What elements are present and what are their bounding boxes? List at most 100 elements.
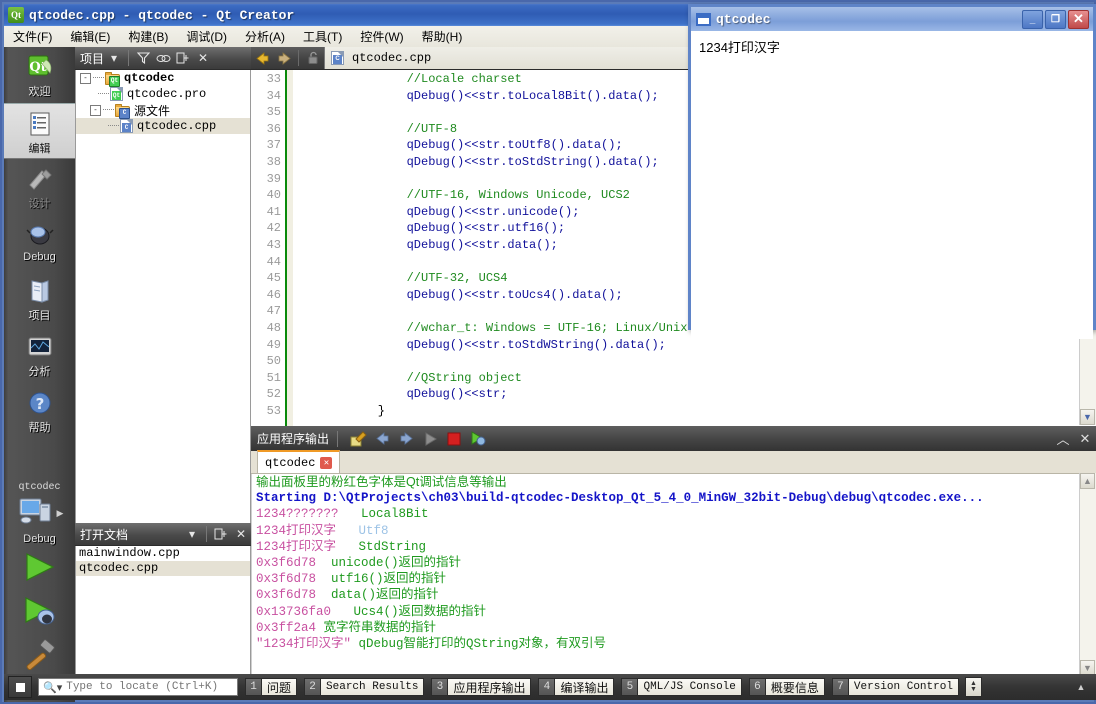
tree-item-qtcodec-pro[interactable]: Qt qtcodec.pro bbox=[76, 86, 250, 102]
list-item[interactable]: mainwindow.cpp bbox=[76, 546, 250, 561]
line-number: 39 bbox=[266, 171, 281, 186]
tree-item-label: qtcodec.cpp bbox=[137, 119, 217, 133]
tree-connector bbox=[103, 109, 114, 111]
scroll-up-arrow-icon[interactable]: ▲ bbox=[1080, 473, 1095, 489]
debug-button[interactable] bbox=[4, 589, 75, 633]
menu-debug[interactable]: 调试(D) bbox=[177, 26, 236, 47]
filter-icon[interactable] bbox=[133, 49, 153, 67]
project-panel-header: 项目 ▾ ✕ bbox=[75, 47, 251, 70]
maximize-button[interactable]: ❐ bbox=[1045, 9, 1066, 29]
output-line: 0x13736fa0 Ucs4()返回数据的指针 bbox=[252, 604, 1096, 620]
output-line: 0x3ff2a4 宽字符串数据的指针 bbox=[252, 620, 1096, 636]
menu-tools[interactable]: 工具(T) bbox=[294, 26, 351, 47]
menu-file[interactable]: 文件(F) bbox=[4, 26, 61, 47]
output-tab-qtcodec[interactable]: qtcodec ✕ bbox=[257, 450, 341, 473]
mode-help[interactable]: ? 帮助 bbox=[4, 383, 75, 439]
mode-debug[interactable]: Debug bbox=[4, 215, 75, 271]
statusbar-button-general-messages[interactable]: 6 概要信息 bbox=[748, 678, 825, 696]
locator[interactable]: 🔍▾ bbox=[38, 678, 238, 696]
line-number: 43 bbox=[266, 237, 281, 252]
statusbar-button-label: 编译输出 bbox=[554, 678, 615, 696]
output-value: 1234??????? bbox=[256, 507, 339, 522]
next-item-icon[interactable] bbox=[394, 428, 418, 450]
output-line: "1234打印汉字" qDebug智能打印的QString对象，有双引号 bbox=[252, 636, 1096, 652]
statusbar-button-application-output[interactable]: 3 应用程序输出 bbox=[431, 678, 532, 696]
prev-item-icon[interactable] bbox=[370, 428, 394, 450]
close-icon[interactable]: ✕ bbox=[193, 49, 213, 67]
close-button[interactable]: ✕ bbox=[1068, 9, 1089, 29]
statusbar-button-qml-js-console[interactable]: 5 QML/JS Console bbox=[621, 678, 742, 696]
line-number: 34 bbox=[266, 88, 281, 103]
attach-debugger-icon[interactable] bbox=[466, 428, 490, 450]
tree-item-qtcodec[interactable]: - Qt qtcodec bbox=[76, 70, 250, 87]
divider bbox=[298, 50, 299, 66]
clear-output-icon[interactable] bbox=[346, 428, 370, 450]
menu-help[interactable]: 帮助(H) bbox=[413, 26, 472, 47]
split-icon[interactable] bbox=[173, 49, 193, 67]
output-annotation: unicode()返回的指针 bbox=[316, 555, 462, 570]
list-item[interactable]: qtcodec.cpp bbox=[76, 561, 250, 576]
line-number: 48 bbox=[266, 320, 281, 335]
statusbar-button-issues[interactable]: 1 问题 bbox=[245, 678, 298, 696]
mode-design[interactable]: 设计 bbox=[4, 159, 75, 215]
shortcut-number: 3 bbox=[431, 678, 448, 696]
close-icon[interactable]: ✕ bbox=[1074, 428, 1096, 450]
link-icon[interactable] bbox=[153, 49, 173, 67]
mode-edit[interactable]: 编辑 bbox=[4, 103, 75, 159]
stop-icon[interactable] bbox=[442, 428, 466, 450]
output-value: "1234打印汉字" bbox=[256, 636, 352, 651]
back-arrow-icon[interactable] bbox=[251, 48, 273, 68]
stop-square-button[interactable] bbox=[8, 676, 32, 698]
output-value: 0x3ff2a4 bbox=[256, 620, 317, 635]
line-number: 40 bbox=[266, 188, 281, 203]
statusbar-button-label: Version Control bbox=[847, 678, 959, 696]
maximize-chevron-icon[interactable]: ︿ bbox=[1052, 428, 1074, 450]
statusbar-button-search-results[interactable]: 2 Search Results bbox=[304, 678, 425, 696]
mode-welcome[interactable]: Qt 欢迎 bbox=[4, 47, 75, 103]
output-value: 0x3f6d78 bbox=[256, 572, 317, 587]
tree-item-sources[interactable]: - C 源文件 bbox=[76, 102, 250, 119]
collapse-up-icon[interactable]: ▲ bbox=[1072, 678, 1090, 696]
menu-analyze[interactable]: 分析(A) bbox=[236, 26, 294, 47]
projects-book-icon bbox=[25, 276, 55, 306]
output-line: 输出面板里的粉红色字体是Qt调试信息等输出 bbox=[256, 475, 507, 489]
forward-arrow-icon[interactable] bbox=[273, 48, 295, 68]
output-vertical-scrollbar[interactable]: ▲ ▼ bbox=[1079, 473, 1096, 676]
up-down-stepper-icon[interactable]: ▲ ▼ bbox=[964, 677, 982, 697]
tree-expander[interactable]: - bbox=[90, 104, 101, 116]
modified-lines-marker bbox=[285, 70, 293, 426]
unlocked-padlock-icon[interactable] bbox=[302, 48, 324, 68]
tree-item-label: qtcodec.pro bbox=[127, 87, 207, 101]
search-input[interactable] bbox=[64, 680, 229, 694]
mode-analyze-label: 分析 bbox=[28, 366, 51, 378]
kit-selector[interactable]: ▶ bbox=[4, 493, 75, 533]
tree-expander[interactable]: - bbox=[80, 72, 91, 84]
scroll-down-arrow-icon[interactable]: ▼ bbox=[1080, 409, 1095, 425]
mode-analyze[interactable]: 分析 bbox=[4, 327, 75, 383]
output-line: 1234打印汉字 Utf8 bbox=[252, 523, 1096, 539]
mode-projects[interactable]: 项目 bbox=[4, 271, 75, 327]
close-icon[interactable]: ✕ bbox=[231, 525, 251, 543]
chevron-down-icon[interactable]: ▾ bbox=[182, 525, 202, 543]
split-icon[interactable] bbox=[211, 525, 231, 543]
tab-close-icon[interactable]: ✕ bbox=[320, 456, 333, 469]
statusbar-button-version-control[interactable]: 7 Version Control bbox=[831, 678, 959, 696]
kit-select-arrow[interactable]: ▶ bbox=[57, 508, 64, 519]
code-line: //QString object bbox=[349, 370, 522, 385]
statusbar-button-compile-output[interactable]: 4 编译输出 bbox=[538, 678, 615, 696]
menu-build[interactable]: 构建(B) bbox=[119, 26, 177, 47]
menu-edit[interactable]: 编辑(E) bbox=[61, 26, 119, 47]
mode-projects-label: 项目 bbox=[28, 310, 51, 322]
qtcodec-app-window[interactable]: qtcodec _ ❐ ✕ 1234打印汉字 bbox=[688, 4, 1096, 339]
minimize-button[interactable]: _ bbox=[1022, 9, 1043, 29]
run-icon[interactable] bbox=[418, 428, 442, 450]
output-annotation: qDebug智能打印的QString对象，有双引号 bbox=[351, 636, 607, 651]
tree-item-qtcodec-cpp[interactable]: C qtcodec.cpp bbox=[76, 118, 250, 134]
chevron-down-icon[interactable]: ▾ bbox=[104, 49, 124, 67]
shortcut-number: 5 bbox=[621, 678, 638, 696]
run-button[interactable] bbox=[4, 545, 75, 589]
line-number-gutter: 33 34 35 36 37 38 39 40 41 42 43 44 45 4… bbox=[251, 70, 285, 426]
output-text[interactable]: 输出面板里的粉红色字体是Qt调试信息等输出 Starting D:\QtProj… bbox=[251, 474, 1096, 677]
build-button[interactable] bbox=[4, 633, 75, 677]
menu-widgets[interactable]: 控件(W) bbox=[351, 26, 412, 47]
